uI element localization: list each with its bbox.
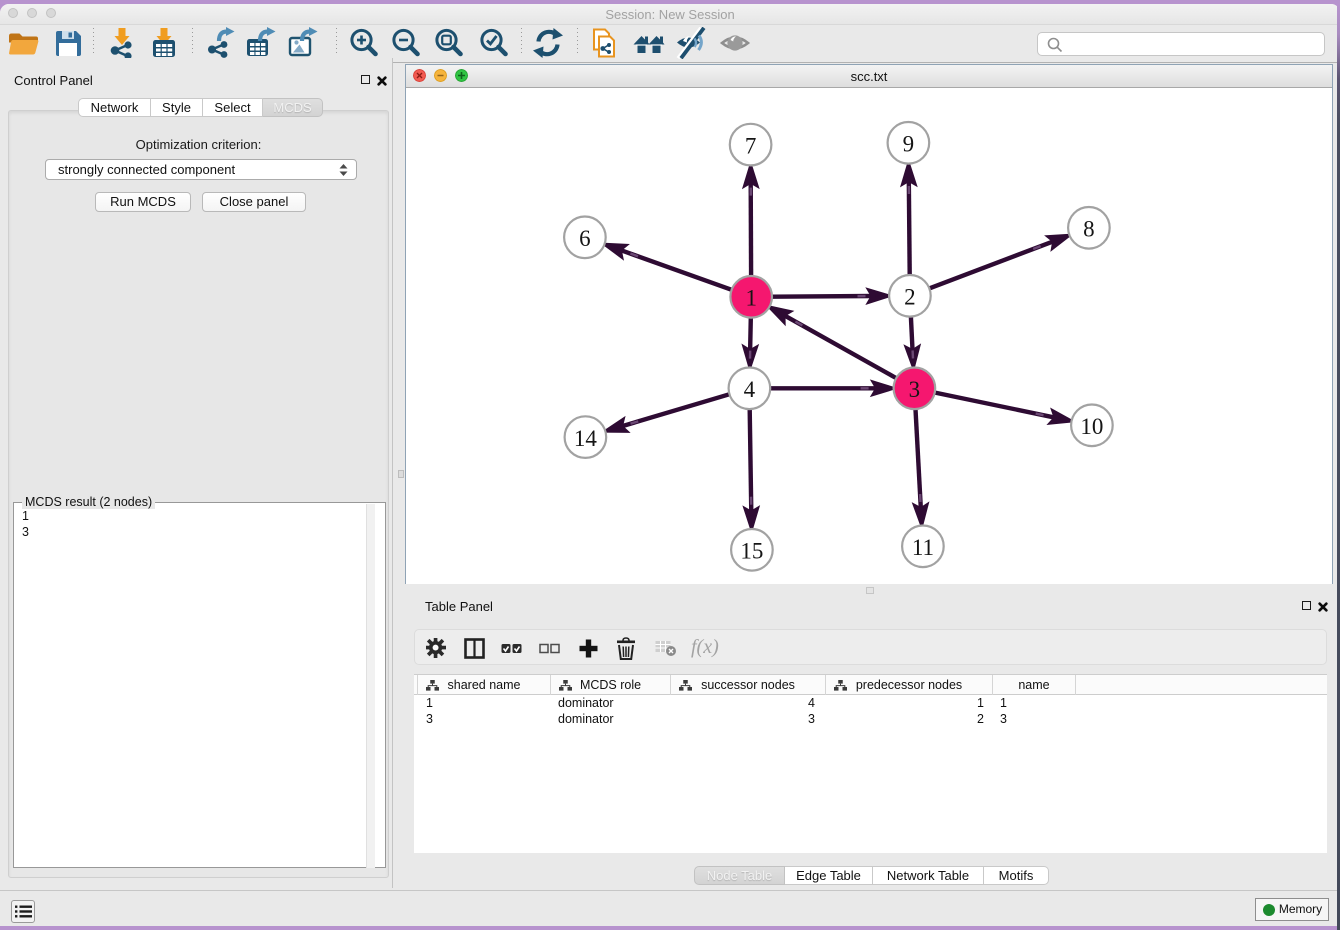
svg-text:11: 11 <box>912 535 934 560</box>
svg-text:4: 4 <box>744 377 756 402</box>
svg-text:9: 9 <box>903 132 915 157</box>
svg-text:15: 15 <box>740 539 763 564</box>
svg-text:14: 14 <box>574 426 598 451</box>
svg-text:2: 2 <box>904 285 916 310</box>
svg-text:8: 8 <box>1083 217 1095 242</box>
svg-text:10: 10 <box>1080 414 1103 439</box>
svg-text:7: 7 <box>745 134 757 159</box>
svg-text:6: 6 <box>579 226 591 251</box>
svg-text:1: 1 <box>745 286 757 311</box>
svg-text:3: 3 <box>909 377 921 402</box>
